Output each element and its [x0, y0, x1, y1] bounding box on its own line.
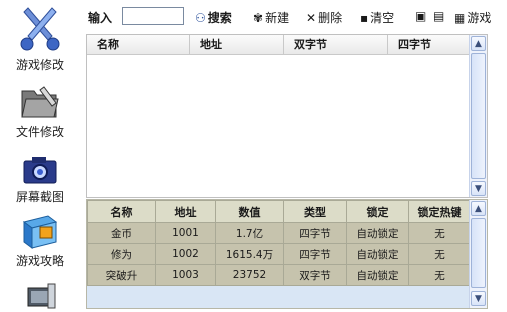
search-button[interactable]: ⚇ 搜索 — [195, 9, 232, 26]
sidebar-item-label: 游戏修改 — [15, 58, 64, 72]
table-cell: 1615.4万 — [215, 243, 284, 265]
game-button[interactable]: ▦ 游戏 — [454, 9, 491, 26]
sidebar: 游戏修改 文件修改 屏幕截图 游戏攻略 — [0, 0, 80, 312]
column-header: 双字节 — [284, 35, 388, 54]
guide-book-icon — [22, 215, 58, 249]
scroll-up-button[interactable]: ▲ — [471, 201, 486, 216]
new-button[interactable]: ✾ 新建 — [253, 9, 289, 26]
save-icon: ▣ — [415, 9, 427, 23]
table-cell: 自动锁定 — [346, 264, 409, 286]
column-header: 锁定热键 — [408, 200, 471, 223]
search-results-grid[interactable]: 名称 地址 双字节 四字节 ▲ ▼ — [86, 34, 488, 198]
save-button[interactable]: ▣ — [415, 9, 428, 23]
table-header-row: 名称 地址 数值 类型 锁定 锁定热键 — [87, 200, 471, 223]
table-cell: 四字节 — [283, 222, 347, 244]
table-cell: 1003 — [155, 264, 216, 286]
sidebar-item-label: 文件修改 — [15, 125, 64, 139]
scroll-thumb[interactable] — [471, 218, 486, 288]
search-input[interactable] — [122, 7, 184, 25]
locked-values-grid[interactable]: 名称 地址 数值 类型 锁定 锁定热键 金币 1001 1.7亿 四字节 自动锁… — [86, 199, 488, 309]
sidebar-item-computer[interactable] — [0, 282, 80, 310]
computer-icon — [27, 283, 56, 309]
column-header: 锁定 — [346, 200, 409, 223]
table-cell: 无 — [408, 222, 471, 244]
toolbar: 输入 ⚇ 搜索 ✾ 新建 ✕ 删除 ▪ 清空 ▣ ▤ ▦ 游戏 — [83, 5, 507, 29]
input-label: 输入 — [88, 11, 113, 25]
sidebar-item-label: 屏幕截图 — [15, 190, 64, 204]
table-cell: 自动锁定 — [346, 222, 409, 244]
table-cell: 双字节 — [283, 264, 347, 286]
table-cell: 修为 — [87, 243, 156, 265]
table-cell: 1002 — [155, 243, 216, 265]
game-icon: ▦ — [454, 11, 466, 25]
search-results-scrollbar[interactable]: ▲ ▼ — [469, 35, 487, 197]
delete-button[interactable]: ✕ 删除 — [306, 9, 342, 26]
search-results-header: 名称 地址 双字节 四字节 — [87, 35, 487, 55]
table-cell: 自动锁定 — [346, 243, 409, 265]
table-cell: 无 — [408, 243, 471, 265]
scroll-thumb[interactable] — [471, 53, 486, 179]
sidebar-item-game-guide[interactable]: 游戏攻略 — [0, 212, 80, 269]
locked-values-scrollbar[interactable]: ▲ ▼ — [469, 200, 487, 308]
sidebar-item-screenshot[interactable]: 屏幕截图 — [0, 152, 80, 205]
table-row[interactable]: 突破升 1003 23752 双字节 自动锁定 无 — [87, 264, 471, 286]
column-header: 四字节 — [388, 35, 470, 54]
table-cell: 金币 — [87, 222, 156, 244]
crossed-tools-icon — [20, 7, 60, 51]
sidebar-item-label: 游戏攻略 — [15, 254, 64, 268]
column-header: 地址 — [190, 35, 284, 54]
clear-button[interactable]: ▪ 清空 — [360, 9, 394, 26]
load-icon: ▤ — [433, 9, 445, 23]
load-button[interactable]: ▤ — [433, 9, 446, 23]
scroll-up-button[interactable]: ▲ — [471, 36, 486, 51]
locked-values-table: 名称 地址 数值 类型 锁定 锁定热键 金币 1001 1.7亿 四字节 自动锁… — [87, 200, 471, 286]
main-panel: 输入 ⚇ 搜索 ✾ 新建 ✕ 删除 ▪ 清空 ▣ ▤ ▦ 游戏 名称 地址 双字节 四字节 — [83, 0, 507, 312]
column-header: 名称 — [87, 35, 190, 54]
table-cell: 1.7亿 — [215, 222, 284, 244]
table-cell: 四字节 — [283, 243, 347, 265]
clear-icon: ▪ — [360, 11, 369, 25]
table-row[interactable]: 修为 1002 1615.4万 四字节 自动锁定 无 — [87, 243, 471, 265]
sidebar-item-game-modify[interactable]: 游戏修改 — [0, 6, 80, 73]
table-cell: 无 — [408, 264, 471, 286]
table-cell: 23752 — [215, 264, 284, 286]
delete-icon: ✕ — [306, 11, 317, 25]
camera-icon — [23, 157, 57, 184]
column-header: 地址 — [155, 200, 216, 223]
column-header: 名称 — [87, 200, 156, 223]
scroll-down-button[interactable]: ▼ — [471, 291, 486, 306]
scroll-down-button[interactable]: ▼ — [471, 181, 486, 196]
table-cell: 1001 — [155, 222, 216, 244]
table-row[interactable]: 金币 1001 1.7亿 四字节 自动锁定 无 — [87, 222, 471, 244]
new-icon: ✾ — [253, 11, 264, 25]
folder-edit-icon — [21, 86, 59, 118]
column-header: 类型 — [283, 200, 347, 223]
search-icon: ⚇ — [195, 11, 206, 25]
table-cell: 突破升 — [87, 264, 156, 286]
column-header: 数值 — [215, 200, 284, 223]
sidebar-item-file-modify[interactable]: 文件修改 — [0, 83, 80, 140]
